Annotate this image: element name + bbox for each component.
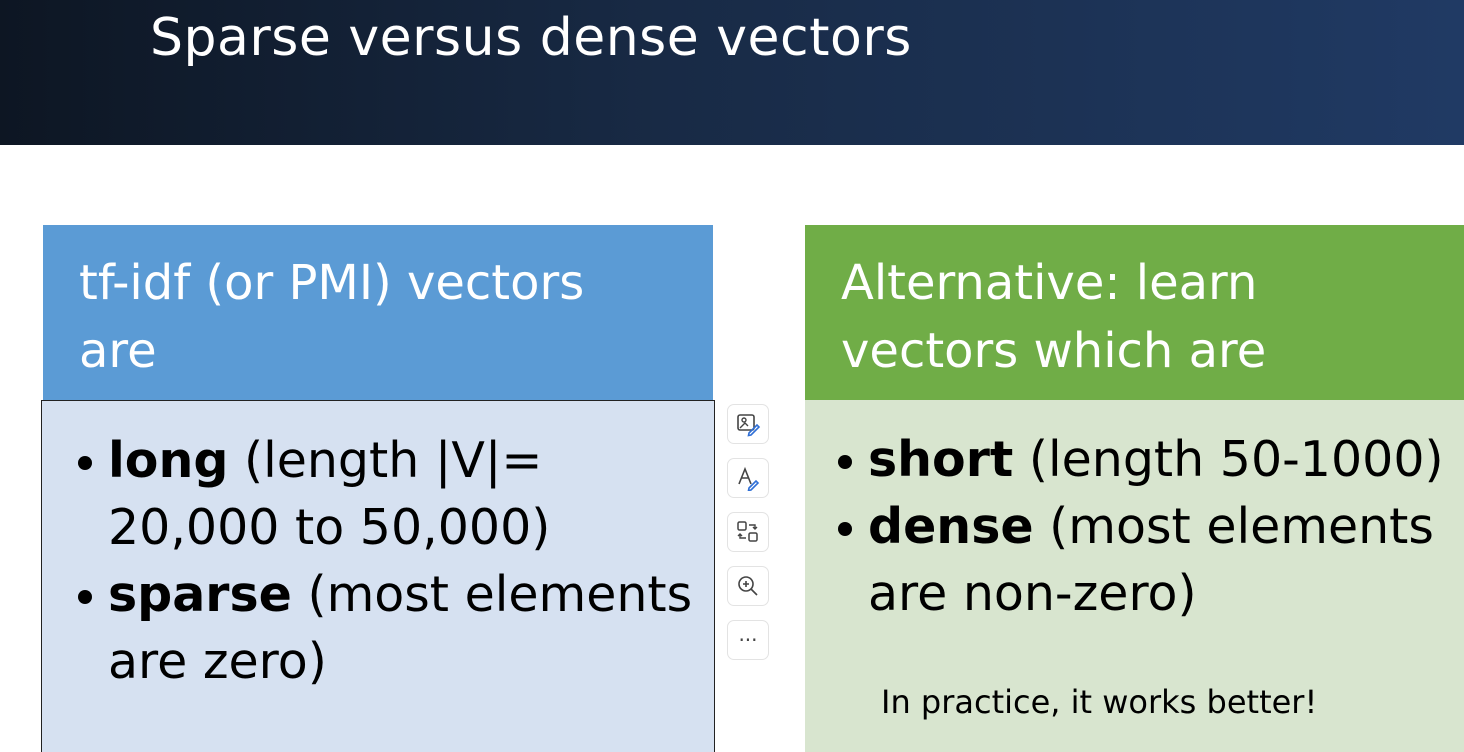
more-options-button[interactable]: ···	[727, 620, 769, 660]
left-panel-body: long (length |V|= 20,000 to 50,000) spar…	[41, 400, 715, 752]
right-panel-heading: Alternative: learn vectors which are	[805, 225, 1464, 400]
right-panel-body: short (length 50-1000) dense (most eleme…	[805, 400, 1464, 752]
bullet-short: short (length 50-1000)	[837, 426, 1462, 493]
bullet-term: long	[108, 432, 229, 489]
slide-title: Sparse versus dense vectors	[150, 8, 912, 68]
zoom-in-icon	[738, 576, 758, 596]
practice-note: In practice, it works better!	[881, 683, 1318, 721]
text-style-button[interactable]	[727, 458, 769, 498]
bullet-term: short	[868, 431, 1014, 488]
left-panel-heading: tf-idf (or PMI) vectors are	[43, 225, 713, 400]
bullet-term: dense	[868, 498, 1034, 555]
right-bullet-list: short (length 50-1000) dense (most eleme…	[837, 426, 1462, 627]
replace-icon	[737, 521, 758, 542]
text-style-icon	[738, 466, 760, 491]
left-bullet-list: long (length |V|= 20,000 to 50,000) spar…	[77, 427, 697, 695]
more-icon: ···	[738, 628, 758, 652]
slide-header: Sparse versus dense vectors	[0, 0, 1464, 145]
bullet-term: sparse	[108, 566, 292, 623]
replace-button[interactable]	[727, 512, 769, 552]
bullet-detail: (length 50-1000)	[1013, 431, 1444, 488]
bullet-sparse: sparse (most elements are zero)	[77, 561, 697, 695]
image-edit-icon	[737, 414, 761, 437]
zoom-in-button[interactable]	[727, 566, 769, 606]
image-edit-button[interactable]	[727, 404, 769, 444]
bullet-dense: dense (most elements are non-zero)	[837, 493, 1462, 627]
bullet-long: long (length |V|= 20,000 to 50,000)	[77, 427, 697, 561]
